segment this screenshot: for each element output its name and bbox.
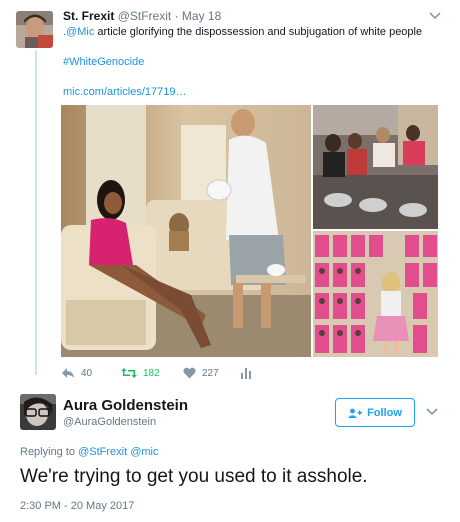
replying-prefix: Replying to (20, 446, 79, 458)
avatar[interactable] (16, 11, 53, 48)
reply-tweet-text: We're trying to get you used to it assho… (20, 466, 368, 487)
follow-label: Follow (367, 406, 402, 419)
like-count: 227 (202, 367, 219, 379)
photo-main[interactable] (61, 105, 311, 357)
replying-handles-link[interactable]: @StFrexit @mic (78, 446, 158, 458)
avatar[interactable] (20, 394, 56, 430)
analytics-action[interactable] (241, 366, 251, 380)
retweet-icon (121, 368, 137, 378)
chevron-down-icon[interactable] (428, 11, 442, 21)
retweet-action[interactable]: 182 (121, 366, 160, 380)
heart-icon (183, 367, 196, 379)
analytics-icon (241, 368, 251, 379)
photo-grid[interactable] (61, 105, 438, 357)
tweet-text: .@Mic article glorifying the dispossessi… (63, 26, 443, 39)
reply-count: 40 (81, 367, 93, 379)
user-handle[interactable]: @StFrexit (118, 9, 172, 23)
like-action[interactable]: 227 (183, 366, 219, 380)
article-link[interactable]: mic.com/articles/17719… (63, 86, 187, 98)
tweet-body: article glorifying the dispossession and… (94, 26, 423, 38)
reply-action[interactable]: 40 (61, 366, 92, 380)
reply-icon (62, 368, 74, 378)
tweet-header: St. Frexit @StFrexit · May 18 (63, 9, 221, 23)
replying-to: Replying to @StFrexit @mic (20, 446, 158, 458)
add-user-icon (348, 408, 363, 418)
hashtag-link[interactable]: #WhiteGenocide (63, 56, 144, 68)
display-name[interactable]: Aura Goldenstein (63, 397, 188, 414)
thread-connector-line (35, 50, 37, 375)
tweet-actions: 40 182 227 (61, 366, 321, 380)
tweet-date[interactable]: May 18 (182, 9, 221, 23)
separator-dot: · (174, 9, 179, 23)
photo-dolls[interactable] (313, 231, 438, 357)
tweet-timestamp[interactable]: 2:30 PM - 20 May 2017 (20, 500, 134, 512)
mention-link[interactable]: .@Mic (63, 26, 94, 38)
retweet-count: 182 (143, 367, 160, 379)
user-handle[interactable]: @AuraGoldenstein (63, 416, 156, 428)
display-name[interactable]: St. Frexit (63, 9, 114, 23)
chevron-down-icon[interactable] (425, 407, 439, 417)
photo-salon[interactable] (313, 105, 438, 229)
follow-button[interactable]: Follow (335, 398, 415, 427)
